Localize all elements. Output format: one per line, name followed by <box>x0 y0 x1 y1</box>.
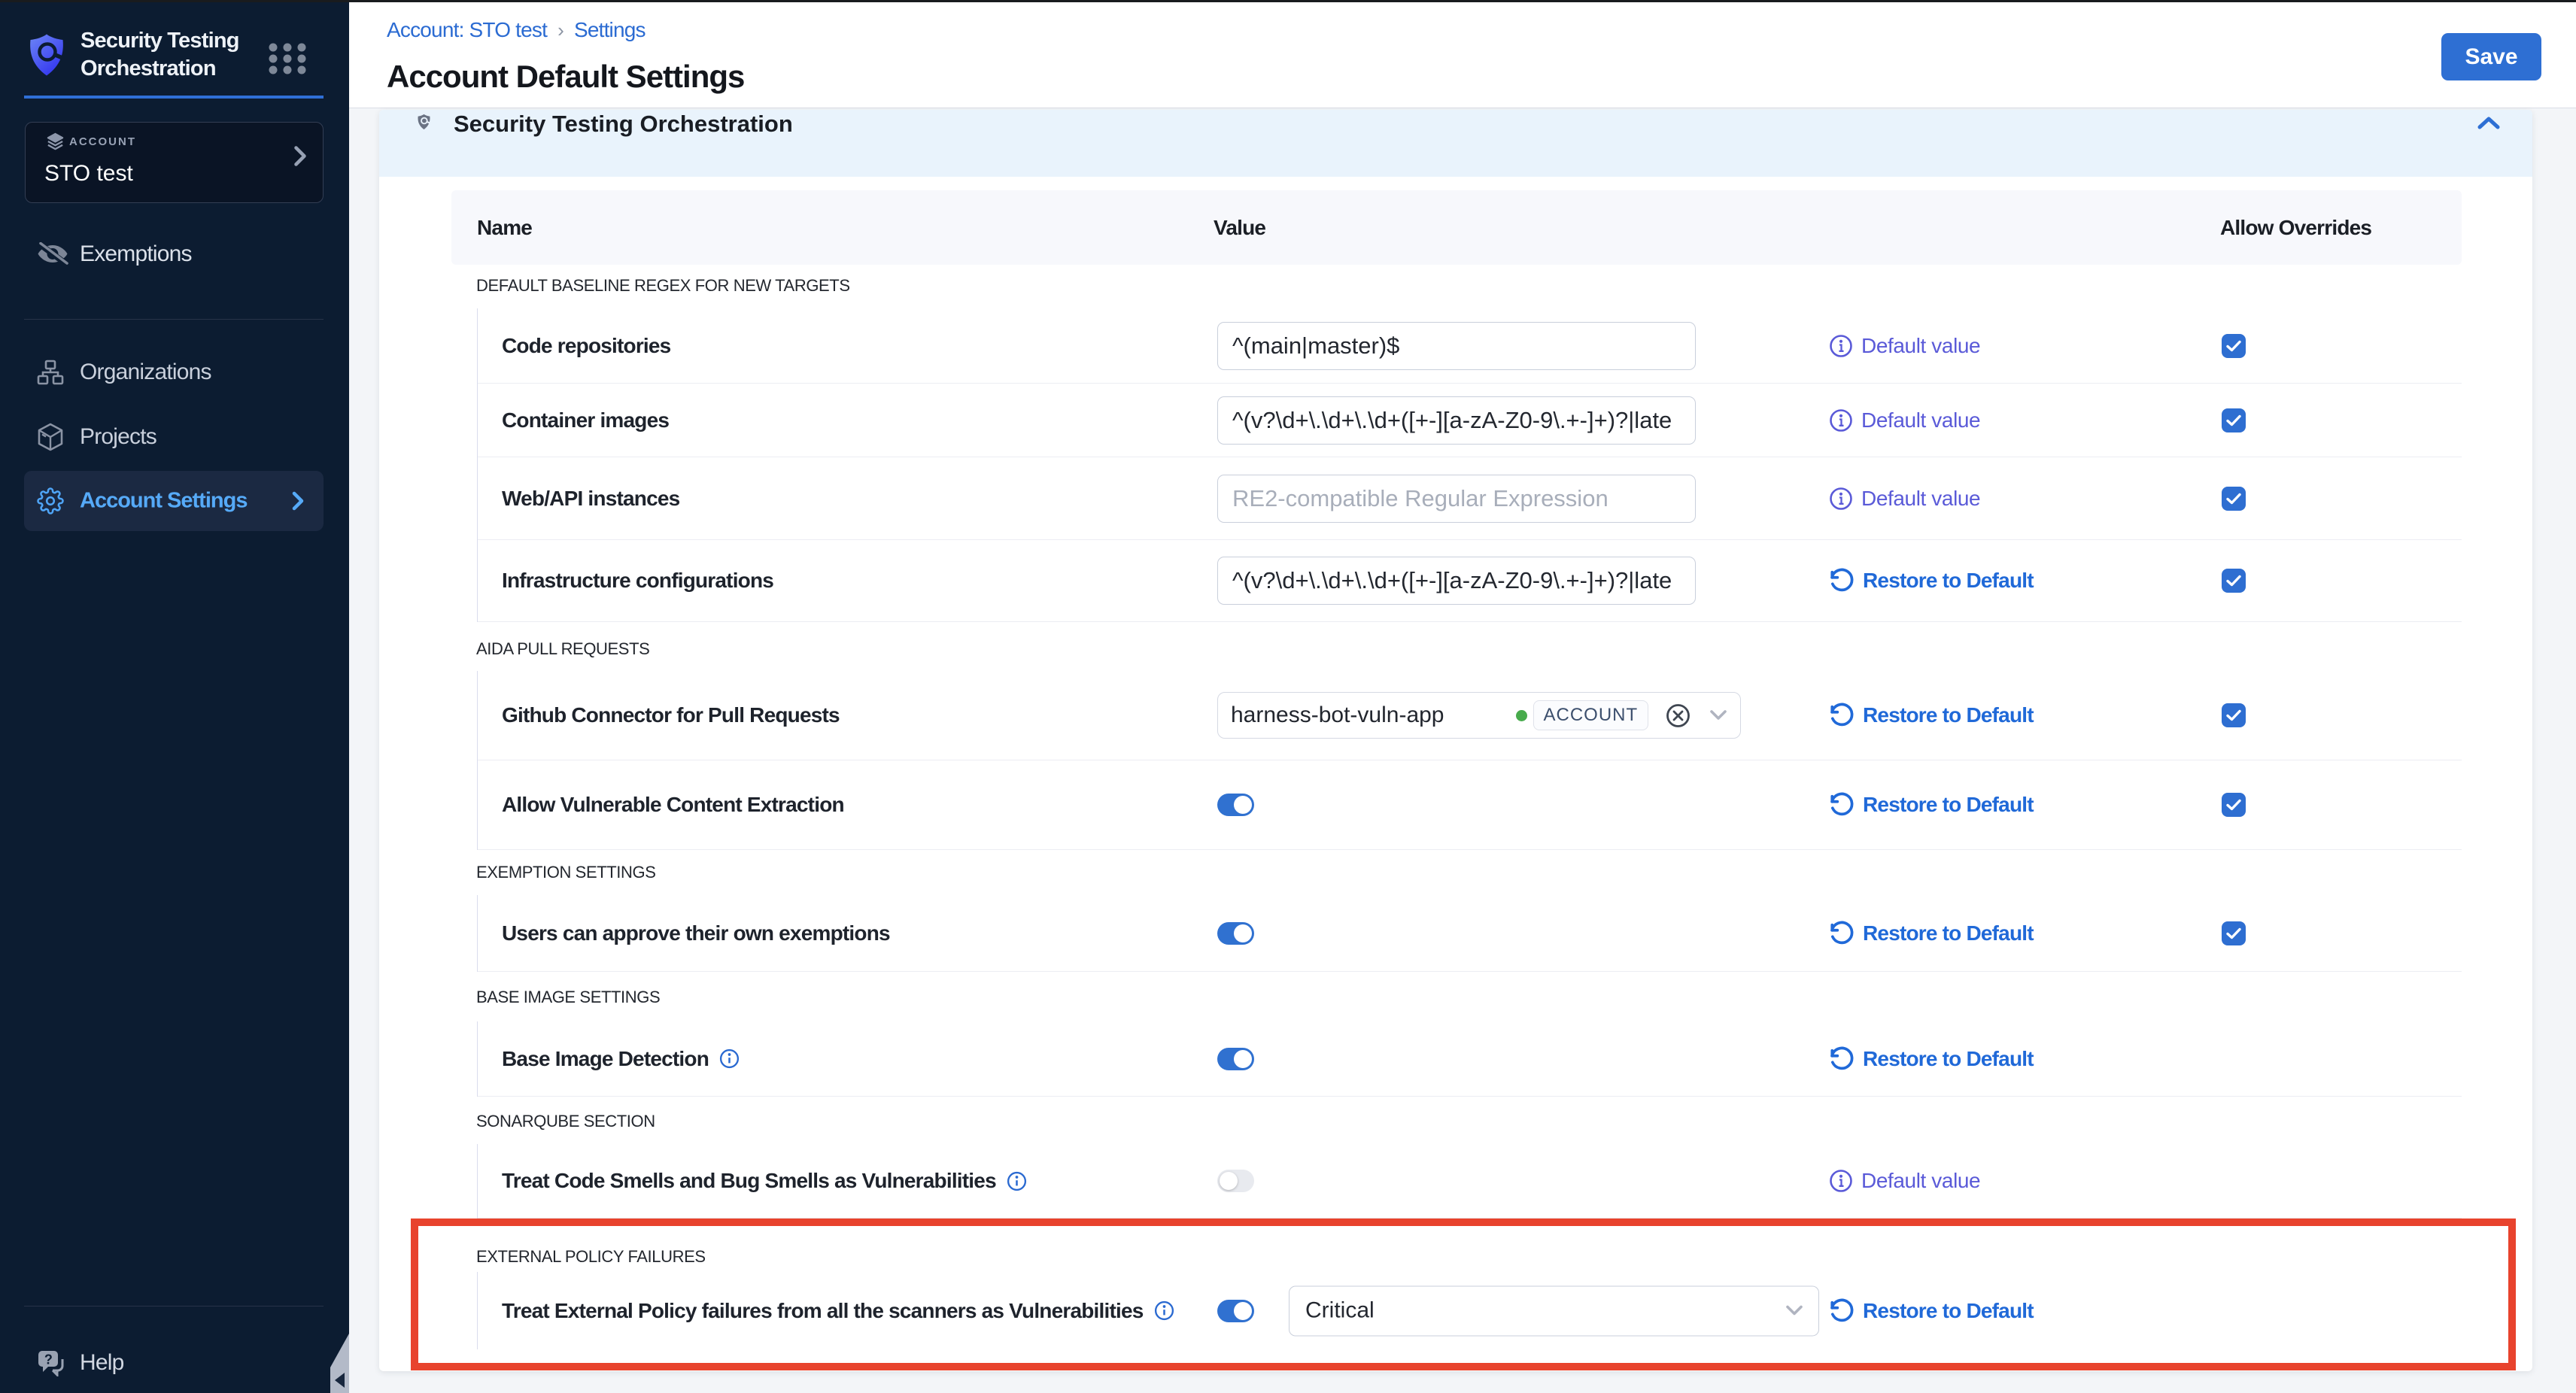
svg-text:?: ? <box>44 1352 52 1367</box>
